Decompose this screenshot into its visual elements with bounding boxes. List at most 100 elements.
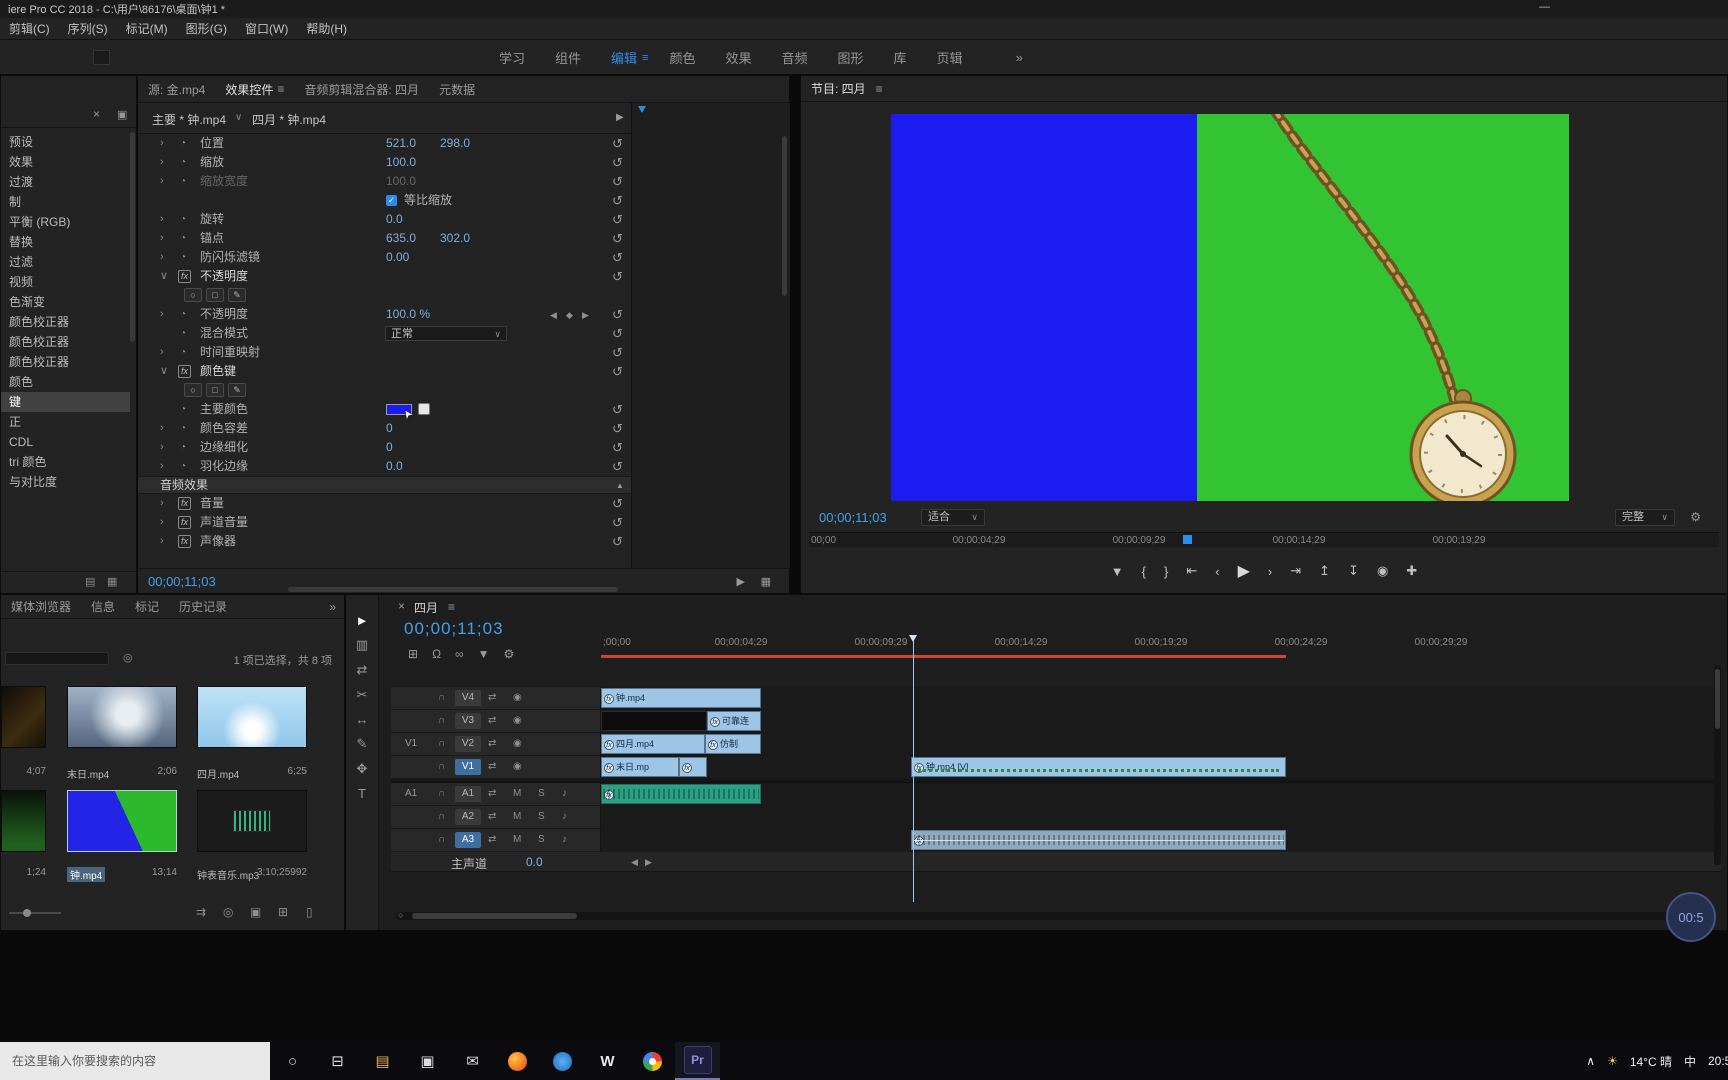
premiere-taskbar-button[interactable]: Pr <box>675 1042 720 1080</box>
mute-button[interactable]: M <box>513 788 521 799</box>
timeline-settings-icon[interactable]: ⚙ <box>504 647 515 661</box>
workspace-tab-libraries[interactable]: 库 <box>879 48 922 67</box>
mail-button[interactable]: ✉ <box>450 1042 495 1080</box>
clip-a3-audio[interactable]: fx <box>911 830 1286 850</box>
goto-out-icon[interactable]: ⇥ <box>1290 563 1301 579</box>
stopwatch-icon[interactable]: ◔ <box>180 134 186 153</box>
tab-audio-mixer[interactable]: 音频剪辑混合器: 四月 <box>294 81 429 98</box>
thumbnail-zoom-slider[interactable] <box>9 909 61 917</box>
track-content[interactable] <box>601 806 1721 828</box>
edge-thin-value[interactable]: 0 <box>386 438 393 457</box>
disclosure-icon[interactable]: › <box>160 438 164 457</box>
effects-item[interactable]: 颜色校正器 <box>1 332 130 352</box>
uniform-scale-checkbox[interactable]: ✓ <box>386 195 397 206</box>
fx-badge-icon[interactable]: fx <box>178 516 192 529</box>
reset-icon[interactable]: ↺ <box>612 134 623 153</box>
effects-item[interactable]: CDL <box>1 432 130 452</box>
workspace-tab-captions[interactable]: 页辑 <box>922 48 978 67</box>
stopwatch-icon[interactable]: ◔ <box>180 457 186 476</box>
opacity-value[interactable]: 100.0 % <box>386 305 430 324</box>
anchor-x-value[interactable]: 635.0 <box>386 229 416 248</box>
search-icon[interactable]: ◎ <box>123 651 133 664</box>
track-target-v3[interactable]: V3 <box>455 713 481 729</box>
effects-item[interactable]: 预设 <box>1 132 130 152</box>
panel-menu-icon[interactable]: ≡ <box>876 82 883 96</box>
lock-icon[interactable]: ∩ <box>438 811 445 822</box>
effects-scrollbar[interactable] <box>130 132 135 342</box>
clip-v4[interactable]: fx 钟.mp4 <box>601 688 761 708</box>
menu-sequence[interactable]: 序列(S) <box>59 20 117 37</box>
lock-icon[interactable]: ∩ <box>438 788 445 799</box>
tab-program[interactable]: 节目: 四月 <box>801 80 876 97</box>
disclosure-icon[interactable]: › <box>160 457 164 476</box>
disclosure-icon[interactable]: › <box>160 172 164 191</box>
effects-item[interactable]: 替换 <box>1 232 130 252</box>
anchor-y-value[interactable]: 302.0 <box>440 229 470 248</box>
track-content[interactable]: fx 可靠连 <box>601 710 1721 732</box>
reset-icon[interactable]: ↺ <box>612 513 623 532</box>
track-select-tool-icon[interactable]: ▥ <box>356 637 368 653</box>
timeline-ruler[interactable]: ;00;00 00;00;04;29 00;00;09;29 00;00;14;… <box>601 635 1721 651</box>
sync-lock-icon[interactable]: ⇄ <box>488 811 496 822</box>
ellipse-mask-icon[interactable]: ○ <box>184 288 202 302</box>
source-patch-video[interactable]: V1 <box>405 738 417 749</box>
mark-out-icon[interactable]: } <box>1164 564 1168 579</box>
clip-v1-right[interactable]: fx 钟.mp4 [V] <box>911 757 1286 777</box>
master-clip-label[interactable]: 主要 * 钟.mp4 <box>152 111 226 128</box>
button-editor-icon[interactable]: ✚ <box>1406 563 1417 579</box>
playhead-cap[interactable] <box>909 635 917 642</box>
step-back-icon[interactable]: ‹ <box>1215 564 1219 579</box>
reset-icon[interactable]: ↺ <box>612 400 623 419</box>
vertical-scrollbar[interactable] <box>782 136 787 296</box>
fx-badge-icon[interactable]: fx <box>178 497 192 510</box>
step-forward-icon[interactable]: › <box>1268 564 1272 579</box>
lock-icon[interactable]: ∩ <box>438 692 445 703</box>
keyframe-add-icon[interactable]: ◆ <box>566 306 573 325</box>
panel-menu-icon[interactable]: ≡ <box>277 82 294 96</box>
nest-icon[interactable]: ⊞ <box>408 647 418 661</box>
disclosure-icon[interactable]: › <box>160 419 164 438</box>
position-y-value[interactable]: 298.0 <box>440 134 470 153</box>
effects-item-selected[interactable]: 键 <box>1 392 130 412</box>
disclosure-icon[interactable]: › <box>160 229 164 248</box>
reset-icon[interactable]: ↺ <box>612 305 623 324</box>
mute-button[interactable]: M <box>513 834 521 845</box>
disclosure-icon[interactable]: › <box>160 153 164 172</box>
solo-button[interactable]: S <box>538 811 545 822</box>
play-audio-icon[interactable]: ▶ <box>737 575 745 588</box>
vertical-scrollbar[interactable] <box>1714 665 1721 865</box>
reset-icon[interactable]: ↺ <box>612 267 623 286</box>
menu-help[interactable]: 帮助(H) <box>297 20 356 37</box>
effects-item[interactable]: 颜色校正器 <box>1 352 130 372</box>
playback-quality-dropdown[interactable]: 完整 ∨ <box>1615 509 1675 526</box>
clip-thumbnail[interactable] <box>197 686 307 748</box>
lock-icon[interactable]: ∩ <box>438 834 445 845</box>
workspace-tab-menu-icon[interactable]: ≡ <box>642 52 648 64</box>
clip-v1-small[interactable]: fx <box>679 757 707 777</box>
disclosure-icon[interactable]: › <box>160 134 164 153</box>
clip-thumbnail[interactable] <box>67 686 177 748</box>
pen-tool-icon[interactable]: ✎ <box>357 736 368 752</box>
track-target-a2[interactable]: A2 <box>455 809 481 825</box>
mark-in-icon[interactable]: { <box>1142 564 1146 579</box>
volume-rubber-band[interactable] <box>913 840 1284 841</box>
reset-icon[interactable]: ↺ <box>612 532 623 551</box>
antiflicker-value[interactable]: 0.00 <box>386 248 409 267</box>
sync-lock-icon[interactable]: ⇄ <box>488 788 496 799</box>
minimize-button[interactable]: — <box>1539 1 1550 13</box>
hand-tool-icon[interactable]: ✥ <box>357 761 368 777</box>
reset-icon[interactable]: ↺ <box>612 172 623 191</box>
wps-button[interactable]: W <box>585 1042 630 1080</box>
extract-icon[interactable]: ↧ <box>1348 563 1359 579</box>
program-time-ruler[interactable]: 00;00 00;00;04;29 00;00;09;29 00;00;14;2… <box>809 532 1719 547</box>
keyframe-dots[interactable] <box>918 769 1279 772</box>
effect-controls-mini-timeline[interactable] <box>631 103 790 568</box>
lock-icon[interactable]: ∩ <box>438 761 445 772</box>
track-output-eye-icon[interactable]: ◉ <box>513 761 522 772</box>
slip-tool-icon[interactable]: ↔ <box>356 712 369 727</box>
disclosure-icon[interactable]: › <box>160 532 164 551</box>
clear-icon[interactable]: ▯ <box>306 905 313 919</box>
effects-item[interactable]: 颜色校正器 <box>1 312 130 332</box>
fx-badge-icon[interactable]: fx <box>178 365 192 378</box>
toggle-effects-icon[interactable]: ▦ <box>761 575 771 588</box>
